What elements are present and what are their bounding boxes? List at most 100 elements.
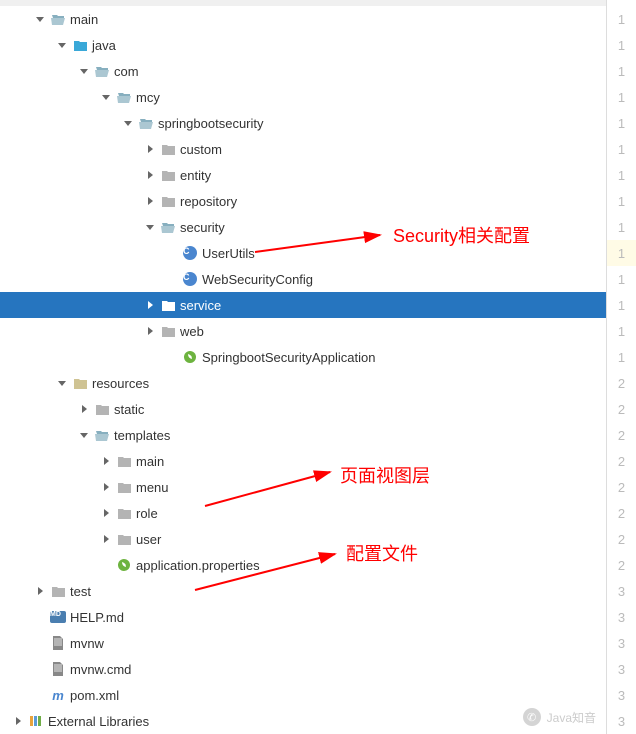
expand-arrow-icon[interactable] — [142, 193, 158, 209]
file-mvnw[interactable]: mvnw — [0, 630, 606, 656]
file-icon — [50, 661, 66, 677]
folder-tmpl-role[interactable]: role — [0, 500, 606, 526]
tree-label: HELP.md — [70, 610, 132, 625]
folder-mcy[interactable]: mcy — [0, 84, 606, 110]
file-springbootapp[interactable]: SpringbootSecurityApplication — [0, 344, 606, 370]
folder-open-icon — [138, 115, 154, 131]
tree-label: application.properties — [136, 558, 268, 573]
folder-templates[interactable]: templates — [0, 422, 606, 448]
folder-web[interactable]: web — [0, 318, 606, 344]
folder-custom[interactable]: custom — [0, 136, 606, 162]
folder-open-icon — [94, 63, 110, 79]
tree-label: SpringbootSecurityApplication — [202, 350, 383, 365]
folder-open-icon — [116, 89, 132, 105]
expand-arrow-icon[interactable] — [98, 557, 114, 573]
gutter-line: 1 — [607, 110, 636, 136]
gutter-line: 1 — [607, 162, 636, 188]
tree-label: resources — [92, 376, 157, 391]
folder-closed-icon — [94, 401, 110, 417]
expand-arrow-icon[interactable] — [32, 687, 48, 703]
expand-arrow-icon[interactable] — [98, 531, 114, 547]
folder-main[interactable]: main — [0, 6, 606, 32]
tree-label: test — [70, 584, 99, 599]
folder-springbootsecurity[interactable]: springbootsecurity — [0, 110, 606, 136]
expand-arrow-icon[interactable] — [32, 11, 48, 27]
java-class-icon: C — [182, 271, 198, 287]
tree-label: service — [180, 298, 229, 313]
gutter-line: 2 — [607, 474, 636, 500]
expand-arrow-icon[interactable] — [142, 323, 158, 339]
expand-arrow-icon[interactable] — [76, 427, 92, 443]
folder-entity[interactable]: entity — [0, 162, 606, 188]
expand-arrow-icon[interactable] — [32, 635, 48, 651]
folder-closed-icon — [160, 167, 176, 183]
expand-arrow-icon[interactable] — [10, 0, 26, 1]
folder-tmpl-user[interactable]: user — [0, 526, 606, 552]
project-tree[interactable]: srcmainjavacommcyspringbootsecuritycusto… — [0, 0, 606, 734]
gutter-line: 1 — [607, 6, 636, 32]
expand-arrow-icon[interactable] — [76, 63, 92, 79]
expand-arrow-icon[interactable] — [54, 375, 70, 391]
file-pom[interactable]: m pom.xml — [0, 682, 606, 708]
tree-label: UserUtils — [202, 246, 263, 261]
tree-label: web — [180, 324, 212, 339]
expand-arrow-icon[interactable] — [10, 713, 26, 729]
expand-arrow-icon[interactable] — [164, 245, 180, 261]
java-class-icon: C — [182, 245, 198, 261]
folder-repository[interactable]: repository — [0, 188, 606, 214]
file-mvnwcmd[interactable]: mvnw.cmd — [0, 656, 606, 682]
file-userutils[interactable]: C UserUtils — [0, 240, 606, 266]
external-libs[interactable]: External Libraries — [0, 708, 606, 734]
expand-arrow-icon[interactable] — [32, 609, 48, 625]
folder-closed-icon — [160, 193, 176, 209]
folder-service[interactable]: service — [0, 292, 606, 318]
expand-arrow-icon[interactable] — [98, 453, 114, 469]
expand-arrow-icon[interactable] — [76, 401, 92, 417]
expand-arrow-icon[interactable] — [98, 505, 114, 521]
folder-closed-icon — [160, 297, 176, 313]
maven-icon: m — [50, 687, 66, 703]
file-icon — [50, 635, 66, 651]
folder-tmpl-menu[interactable]: menu — [0, 474, 606, 500]
folder-com[interactable]: com — [0, 58, 606, 84]
folder-test[interactable]: test — [0, 578, 606, 604]
folder-java-icon — [72, 37, 88, 53]
folder-tmpl-main[interactable]: main — [0, 448, 606, 474]
tree-label: External Libraries — [48, 714, 157, 729]
expand-arrow-icon[interactable] — [164, 349, 180, 365]
expand-arrow-icon[interactable] — [120, 115, 136, 131]
tree-label: pom.xml — [70, 688, 127, 703]
file-websecurityconfig[interactable]: CWebSecurityConfig — [0, 266, 606, 292]
expand-arrow-icon[interactable] — [142, 219, 158, 235]
gutter-line: 3 — [607, 604, 636, 630]
gutter-line: 3 — [607, 682, 636, 708]
expand-arrow-icon[interactable] — [54, 37, 70, 53]
folder-closed-icon — [160, 141, 176, 157]
expand-arrow-icon[interactable] — [32, 583, 48, 599]
expand-arrow-icon[interactable] — [142, 297, 158, 313]
expand-arrow-icon[interactable] — [32, 661, 48, 677]
folder-closed-icon — [116, 505, 132, 521]
folder-security[interactable]: security — [0, 214, 606, 240]
folder-static[interactable]: static — [0, 396, 606, 422]
spring-icon — [116, 557, 132, 573]
gutter-line: 1 — [607, 136, 636, 162]
gutter-line: 1 — [607, 58, 636, 84]
tree-label: static — [114, 402, 152, 417]
file-help[interactable]: MD HELP.md — [0, 604, 606, 630]
expand-arrow-icon[interactable] — [98, 479, 114, 495]
expand-arrow-icon[interactable] — [98, 89, 114, 105]
md-icon: MD — [50, 609, 66, 625]
tree-label: templates — [114, 428, 178, 443]
folder-java[interactable]: java — [0, 32, 606, 58]
folder-resources-icon — [72, 375, 88, 391]
expand-arrow-icon[interactable] — [142, 141, 158, 157]
tree-label: menu — [136, 480, 177, 495]
folder-closed-icon — [116, 531, 132, 547]
file-appprops[interactable]: application.properties — [0, 552, 606, 578]
gutter-line: 2 — [607, 552, 636, 578]
gutter-line: 1 — [607, 32, 636, 58]
expand-arrow-icon[interactable] — [142, 167, 158, 183]
expand-arrow-icon[interactable] — [164, 271, 180, 287]
folder-resources[interactable]: resources — [0, 370, 606, 396]
